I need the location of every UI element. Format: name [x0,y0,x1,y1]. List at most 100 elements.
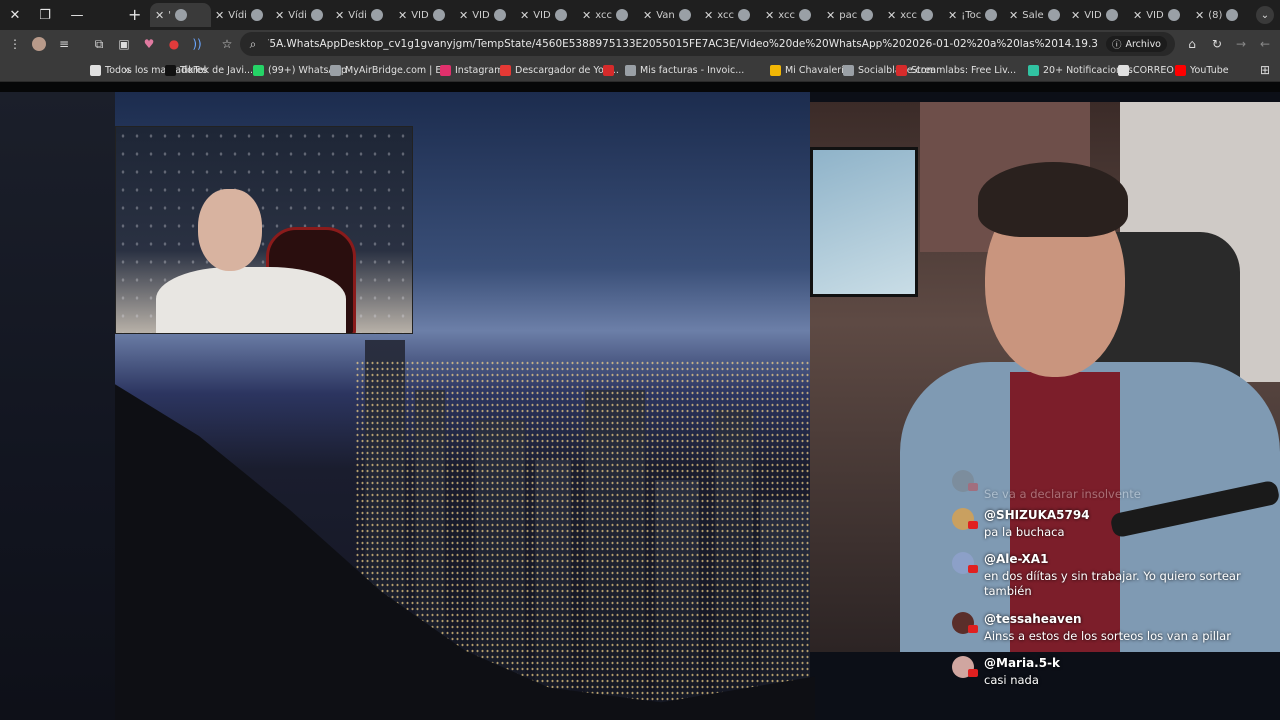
bookmark-label: Streamlabs: Free Liv... [911,64,1017,76]
chat-text: Ainss a estos de los sorteos los van a p… [984,629,1231,643]
bookmark-star-button[interactable]: ☆ [218,35,236,53]
browser-tab[interactable]: ✕ xcc [577,3,638,27]
bookmark-item[interactable] [603,62,618,78]
bookmark-item[interactable]: TikTok de Javi... [165,62,253,78]
close-tab-icon[interactable]: ✕ [643,9,652,22]
kebab-menu-icon: ⋮ [9,37,21,51]
browser-tab[interactable]: ✕ Van [638,3,699,27]
browser-tab[interactable]: ✕ Vídi [330,3,391,27]
browser-tab[interactable]: ✕ VID [454,3,515,27]
extension-heart-button[interactable]: ♥ [140,35,158,53]
tab-groups-button[interactable]: ≡ [55,35,73,53]
close-tab-icon[interactable]: ✕ [704,9,713,22]
close-tab-icon[interactable]: ✕ [155,9,164,22]
download-icon [500,64,511,76]
bookmark-item[interactable]: CORREO [1118,62,1174,78]
tab-favicon-icon [678,9,691,21]
new-tab-button[interactable]: + [128,5,141,24]
bookmark-item[interactable]: Descargador de You... [500,62,619,78]
reload-button[interactable]: ↻ [1208,35,1226,53]
browser-tab[interactable]: ✕ VID [1066,3,1127,27]
tab-bar: ✕ ❐ — + ✕ ' ✕ Vídi ✕ Vídi ✕ Vídi ✕ VID ✕ VID ✕ VID ✕ xc… [0,0,1280,30]
close-tab-icon[interactable]: ✕ [459,9,468,22]
browser-tab[interactable]: ✕ xcc [760,3,821,27]
back-button[interactable]: ← [1256,35,1274,53]
socialblade-icon [843,64,854,76]
close-tab-icon[interactable]: ✕ [948,9,957,22]
tab-favicon-icon [615,9,628,21]
close-tab-icon[interactable]: ✕ [520,9,529,22]
bookmark-item[interactable]: YouTube [1175,62,1229,78]
bookmark-item[interactable]: Mi Chavalería [770,62,850,78]
close-tab-icon[interactable]: ✕ [1071,9,1080,22]
tab-title: Vídi [288,9,307,21]
tab-title: VID [1084,9,1102,21]
tab-title: Van [656,9,675,21]
browser-tab[interactable]: ✕ VID [393,3,454,27]
forward-button[interactable]: → [1232,35,1250,53]
url-text[interactable]: C:/Users/javio/AppData/Local/Packages/53… [268,32,1098,56]
browser-tab[interactable]: ✕ xcc [699,3,760,27]
bookmark-item[interactable]: Mis facturas - Invoic... [625,62,744,78]
close-tab-icon[interactable]: ✕ [826,9,835,22]
browser-tab[interactable]: ✕ Vídi [270,3,331,27]
browser-tab[interactable]: ✕ xcc [882,3,943,27]
close-tab-icon[interactable]: ✕ [275,9,284,22]
tab-search-button[interactable]: ⌄ [1256,6,1274,24]
close-tab-icon[interactable]: ✕ [215,9,224,22]
bookmark-item[interactable]: Instagram [440,62,503,78]
minimize-icon: — [70,7,84,23]
browser-tab[interactable]: ✕ Vídi [210,3,271,27]
extension-record-button[interactable]: ● [165,35,183,53]
browser-tab[interactable]: ✕ pac [821,3,882,27]
video-stage[interactable]: Se va a declarar insolvente @SHIZUKA5794 p… [0,82,1280,720]
close-tab-icon[interactable]: ✕ [1009,9,1018,22]
browser-tab[interactable]: ✕ VID [515,3,576,27]
bookmark-label: CORREO [1133,64,1174,76]
tab-favicon-icon [737,9,750,21]
address-bar[interactable]: ⌕ C:/Users/javio/AppData/Local/Packages/… [240,32,1175,56]
close-tab-icon[interactable]: ✕ [765,9,774,22]
browser-tab[interactable]: ✕ Sale [1004,3,1065,27]
puzzle-icon: ⧉ [94,36,104,51]
bookmark-label: TikTok de Javi... [180,64,254,76]
profile-button[interactable] [30,35,48,53]
plus-icon: + [128,5,142,24]
live-chat-overlay: Se va a declarar insolvente @SHIZUKA5794 p… [950,470,1250,720]
close-tab-icon[interactable]: ✕ [1133,9,1142,22]
menu-button[interactable]: ⋮ [6,35,24,53]
close-window-button[interactable]: ✕ [0,0,30,30]
extensions-button[interactable]: ⧉ [90,35,108,53]
extension-cast-button[interactable]: )) [188,35,206,53]
tab-title: VID [411,9,429,21]
chat-text: casi nada [984,673,1039,687]
site-info-chip[interactable]: ⓘ Archivo [1105,36,1167,52]
close-tab-icon[interactable]: ✕ [335,9,344,22]
video-frame[interactable]: Se va a declarar insolvente @SHIZUKA5794 p… [0,92,1280,720]
home-button[interactable]: ⌂ [1183,35,1201,53]
reload-icon: ↻ [1211,37,1223,51]
chat-text: Se va a declarar insolvente [984,487,1141,501]
close-tab-icon[interactable]: ✕ [1195,9,1204,22]
bookmark-item[interactable]: MyAirBridge.com | E... [330,62,450,78]
browser-tab[interactable]: ✕ VID [1128,3,1189,27]
tab-title: ¡Toc [961,9,982,21]
close-tab-icon[interactable]: ✕ [887,9,896,22]
bookmark-item[interactable]: Streamlabs: Free Liv... [896,62,1016,78]
tab-title: VID [1146,9,1164,21]
minimize-window-button[interactable]: — [62,0,92,30]
close-tab-icon[interactable]: ✕ [582,9,591,22]
browser-tab[interactable]: ✕ ¡Toc [943,3,1004,27]
close-tab-icon[interactable]: ✕ [398,9,407,22]
restore-window-button[interactable]: ❐ [30,0,60,30]
browser-tab[interactable]: ✕ (8) [1190,3,1251,27]
tab-title: VID [533,9,551,21]
browser-tab[interactable]: ✕ ' [150,3,211,27]
folder-icon [90,64,101,76]
bookmark-label: YouTube [1190,64,1229,76]
tab-title: xcc [778,9,795,21]
arrow-left-icon: ← [1259,37,1271,51]
sidebar-button[interactable]: ▣ [115,35,133,53]
apps-button[interactable]: ⊞ [1256,61,1274,79]
tab-favicon-icon [1167,9,1180,21]
